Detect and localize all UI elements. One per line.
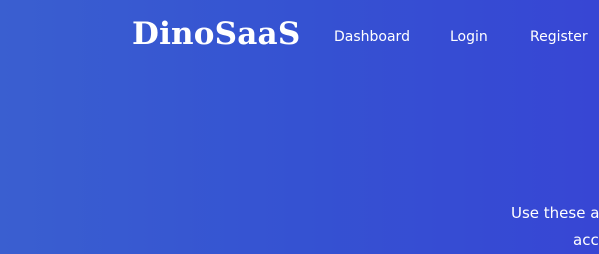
top-navigation-bar: DinoSaaS Dashboard Login Register <box>0 0 599 78</box>
brand-logo-link[interactable]: DinoSaaS <box>132 16 300 52</box>
nav-link-dashboard[interactable]: Dashboard <box>334 29 410 45</box>
hero-description-line-1: Use these aw <box>511 204 599 222</box>
nav-link-login[interactable]: Login <box>450 29 488 45</box>
nav-link-register[interactable]: Register <box>530 29 588 45</box>
hero-description-line-2: acco <box>573 231 599 249</box>
